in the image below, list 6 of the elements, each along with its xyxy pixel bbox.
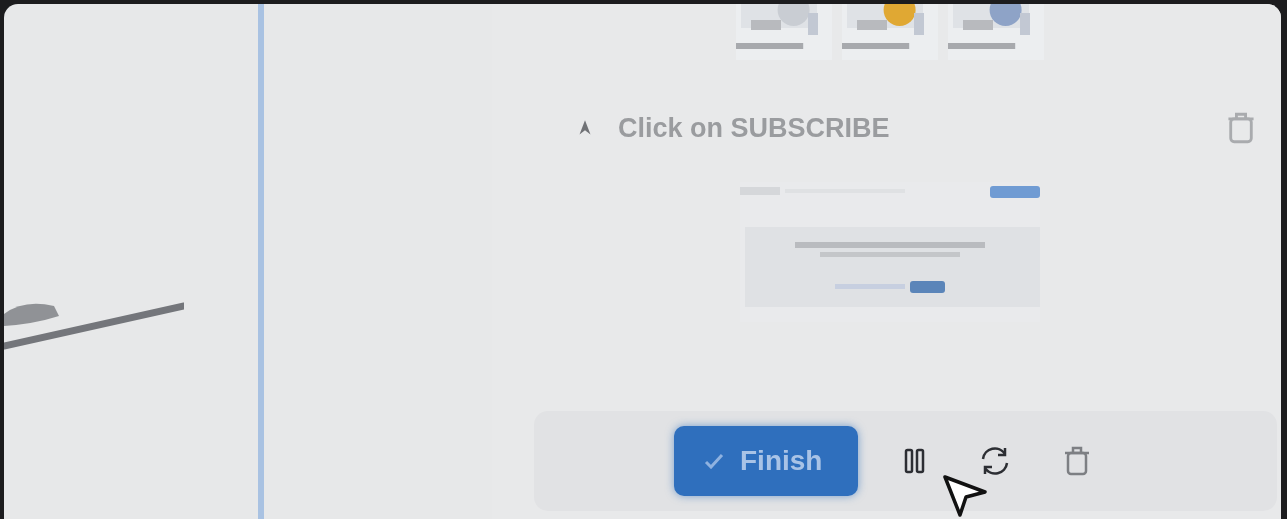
finish-button[interactable]: Finish <box>674 426 858 496</box>
mouse-cursor-icon <box>942 474 988 518</box>
trash-icon[interactable] <box>1064 446 1090 476</box>
check-icon <box>704 453 724 469</box>
pause-icon[interactable] <box>904 448 926 474</box>
step-title: Click on SUBSCRIBE <box>618 112 891 144</box>
